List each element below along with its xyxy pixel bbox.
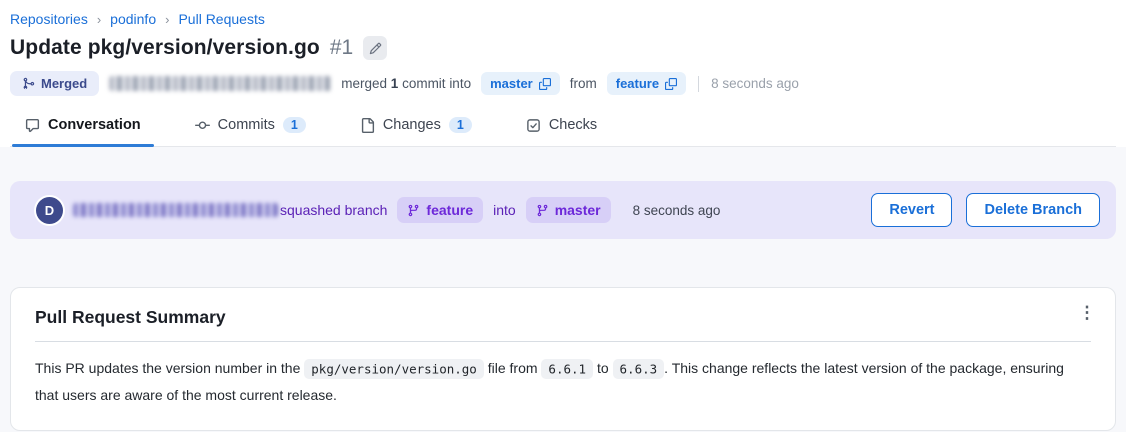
copy-icon[interactable]: [539, 78, 551, 90]
divider: [698, 76, 699, 92]
target-branch-badge[interactable]: master: [526, 197, 611, 223]
merged-status-badge: Merged: [10, 71, 99, 96]
source-branch-pill[interactable]: feature: [607, 72, 686, 95]
tab-checks[interactable]: Checks: [513, 117, 610, 146]
copy-icon[interactable]: [665, 78, 677, 90]
merged-status-label: Merged: [41, 76, 87, 91]
banner-timestamp: 8 seconds ago: [633, 203, 721, 218]
commit-count: 1: [391, 76, 399, 91]
tab-label: Changes: [383, 117, 441, 133]
breadcrumb-pull-requests[interactable]: Pull Requests: [178, 11, 264, 27]
breadcrumb-podinfo[interactable]: podinfo: [110, 11, 156, 27]
body-text: This PR updates the version number in th…: [35, 360, 304, 376]
comment-icon: [25, 118, 40, 133]
target-branch-pill[interactable]: master: [481, 72, 560, 95]
breadcrumb-separator: ›: [97, 12, 101, 27]
pr-title-row: Update pkg/version/version.go #1: [10, 36, 1116, 60]
tab-conversation[interactable]: Conversation: [12, 117, 154, 146]
git-commit-icon: [195, 118, 210, 133]
pr-number: #1: [330, 36, 353, 60]
merge-timestamp: 8 seconds ago: [711, 76, 799, 91]
kebab-menu-icon[interactable]: ⋮: [1075, 301, 1099, 325]
tab-changes[interactable]: Changes 1: [347, 117, 485, 146]
breadcrumb-repositories[interactable]: Repositories: [10, 11, 88, 27]
git-branch-icon: [407, 204, 420, 217]
from-word: from: [570, 76, 597, 91]
merge-action-text: squashed branch: [280, 202, 387, 218]
tab-commits[interactable]: Commits 1: [182, 117, 319, 146]
avatar[interactable]: D: [36, 197, 63, 224]
inline-code: 6.6.1: [541, 359, 593, 379]
summary-card-title: Pull Request Summary: [35, 307, 1091, 328]
body-text: file from: [484, 360, 542, 376]
pencil-icon: [369, 42, 382, 55]
inline-code: pkg/version/version.go: [304, 359, 484, 379]
into-word: into: [493, 202, 516, 218]
summary-card-body: This PR updates the version number in th…: [35, 355, 1091, 408]
tab-label: Commits: [218, 117, 275, 133]
merged-event-banner: D squashed branch feature into master 8 …: [10, 181, 1116, 239]
changes-count-badge: 1: [449, 117, 472, 133]
revert-button[interactable]: Revert: [871, 193, 952, 227]
commits-count-badge: 1: [283, 117, 306, 133]
pr-status-row: Merged merged 1 commit into master from …: [10, 71, 1116, 96]
source-branch-name: feature: [426, 202, 473, 218]
divider: [35, 341, 1091, 342]
breadcrumb: Repositories › podinfo › Pull Requests: [10, 11, 1116, 27]
body-text: to: [593, 360, 612, 376]
edit-title-button[interactable]: [363, 36, 387, 60]
target-branch-name: master: [490, 76, 533, 91]
pr-tab-bar: Conversation Commits 1 Changes 1 Checks: [10, 117, 1116, 147]
file-icon: [360, 118, 375, 133]
pr-title: Update pkg/version/version.go: [10, 36, 320, 60]
pr-content-area: D squashed branch feature into master 8 …: [0, 147, 1126, 432]
source-branch-name: feature: [616, 76, 659, 91]
source-branch-badge[interactable]: feature: [397, 197, 483, 223]
tab-label: Checks: [549, 117, 597, 133]
tab-label: Conversation: [48, 117, 141, 133]
redacted-author-name: [73, 203, 278, 217]
merge-summary-text: merged 1 commit into: [341, 76, 471, 91]
redacted-author-name: [109, 76, 331, 91]
target-branch-name: master: [555, 202, 601, 218]
pr-header-section: Repositories › podinfo › Pull Requests U…: [0, 0, 1126, 147]
pull-request-summary-card: Pull Request Summary ⋮ This PR updates t…: [10, 287, 1116, 431]
breadcrumb-separator: ›: [165, 12, 169, 27]
git-branch-icon: [536, 204, 549, 217]
git-merge-icon: [22, 77, 35, 90]
inline-code: 6.6.3: [613, 359, 665, 379]
delete-branch-button[interactable]: Delete Branch: [966, 193, 1100, 227]
checklist-icon: [526, 118, 541, 133]
